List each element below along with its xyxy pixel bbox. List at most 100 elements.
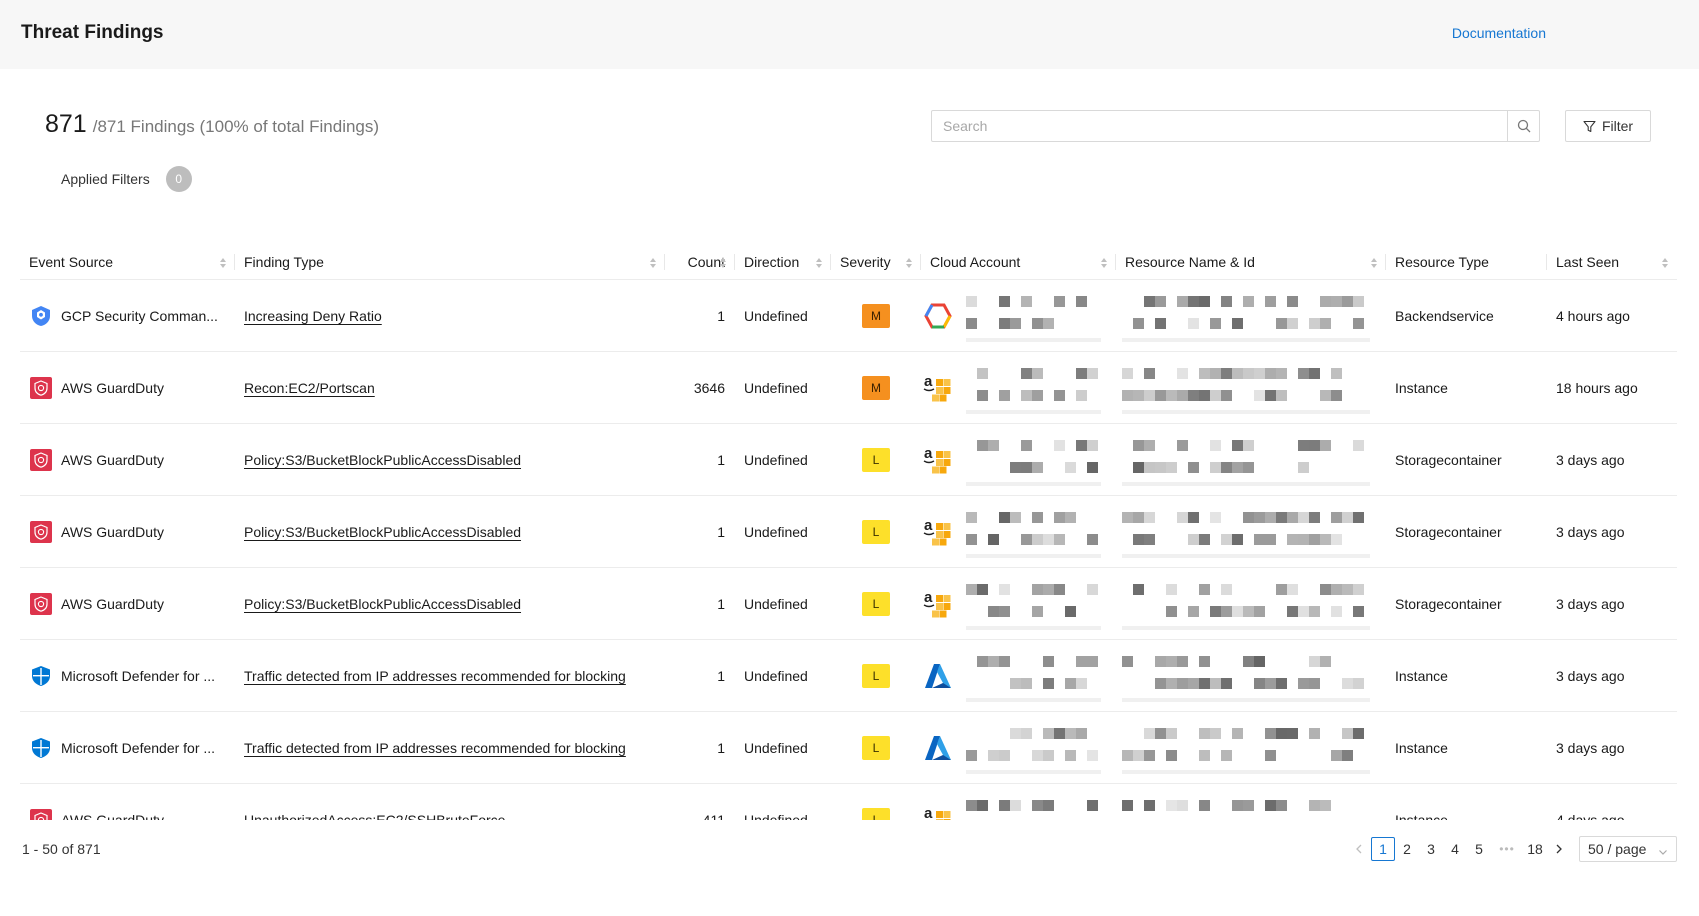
resource-type-value: Storagecontainer <box>1395 451 1502 468</box>
redacted-resource-name <box>1122 510 1370 558</box>
resource-type-cell: Storagecontainer <box>1386 424 1547 496</box>
finding-type-link[interactable]: Policy:S3/BucketBlockPublicAccessDisable… <box>244 524 521 540</box>
filter-button[interactable]: Filter <box>1565 110 1651 142</box>
column-header-label: Event Source <box>29 253 114 270</box>
finding-type-cell: Policy:S3/BucketBlockPublicAccessDisable… <box>235 424 665 496</box>
column-header-label: Resource Type <box>1395 253 1489 270</box>
event-source-name: GCP Security Comman... <box>61 307 218 324</box>
aws-logo-icon: a <box>922 516 954 548</box>
event-source-cell: AWS GuardDuty <box>20 784 235 821</box>
cloud-account-cell <box>921 640 1116 712</box>
count-cell: 1 <box>665 496 735 568</box>
resource-type-value: Storagecontainer <box>1395 595 1502 612</box>
finding-type-cell: UnauthorizedAccess:EC2/SSHBruteForce <box>235 784 665 821</box>
table-row[interactable]: AWS GuardDuty UnauthorizedAccess:EC2/SSHB… <box>20 784 1677 820</box>
finding-type-link[interactable]: Recon:EC2/Portscan <box>244 380 375 396</box>
resource-type-cell: Instance <box>1386 352 1547 424</box>
resource-type-value: Backendservice <box>1395 307 1494 324</box>
resource-name-cell <box>1116 280 1386 352</box>
page-1-button[interactable]: 1 <box>1371 837 1395 861</box>
page-5-button[interactable]: 5 <box>1467 837 1491 861</box>
finding-count: 1 <box>717 523 725 540</box>
redacted-account-id <box>966 582 1101 630</box>
sort-icon[interactable] <box>1370 256 1378 268</box>
page-jump-ellipsis[interactable]: ••• <box>1491 842 1523 856</box>
cloud-account-cell: a <box>921 784 1116 820</box>
table-row[interactable]: AWS GuardDuty Policy:S3/BucketBlockPublic… <box>20 496 1677 568</box>
table-row[interactable]: Microsoft Defender for ... Traffic detect… <box>20 640 1677 712</box>
resource-type-cell: Instance <box>1386 784 1547 821</box>
severity-badge: L <box>862 735 890 760</box>
column-header-event-source[interactable]: Event Source <box>20 244 235 280</box>
search-icon <box>1517 119 1530 133</box>
finding-type-link[interactable]: Increasing Deny Ratio <box>244 308 382 324</box>
next-page-button[interactable] <box>1547 837 1571 861</box>
column-header-resource-type[interactable]: Resource Type <box>1386 244 1547 280</box>
last-seen-value: 3 days ago <box>1556 739 1625 756</box>
last-seen-value: 3 days ago <box>1556 667 1625 684</box>
severity-cell: L <box>831 496 921 568</box>
table-row[interactable]: GCP Security Comman... Increasing Deny Ra… <box>20 280 1677 352</box>
severity-badge: L <box>862 663 890 688</box>
resource-type-cell: Instance <box>1386 712 1547 784</box>
column-header-last-seen[interactable]: Last Seen <box>1547 244 1677 280</box>
page-last-button[interactable]: 18 <box>1523 837 1547 861</box>
direction-value: Undefined <box>744 379 808 396</box>
direction-value: Undefined <box>744 307 808 324</box>
sort-icon[interactable] <box>905 256 913 268</box>
event-source-cell: AWS GuardDuty <box>20 352 235 424</box>
redacted-resource-name <box>1122 366 1370 414</box>
column-header-finding-type[interactable]: Finding Type <box>235 244 665 280</box>
event-source-name: AWS GuardDuty <box>61 523 164 540</box>
page-3-button[interactable]: 3 <box>1419 837 1443 861</box>
applied-filters[interactable]: Applied Filters 0 <box>61 166 192 192</box>
cloud-account-cell <box>921 712 1116 784</box>
sort-icon[interactable] <box>649 256 657 268</box>
redacted-account-id <box>966 438 1101 486</box>
column-header-cloud-account[interactable]: Cloud Account <box>921 244 1116 280</box>
finding-type-link[interactable]: Policy:S3/BucketBlockPublicAccessDisable… <box>244 596 521 612</box>
resource-type-cell: Instance <box>1386 640 1547 712</box>
resource-name-cell <box>1116 496 1386 568</box>
severity-cell: M <box>831 280 921 352</box>
page-2-button[interactable]: 2 <box>1395 837 1419 861</box>
direction-value: Undefined <box>744 451 808 468</box>
column-header-resource-name-id[interactable]: Resource Name & Id <box>1116 244 1386 280</box>
column-header-direction[interactable]: Direction <box>735 244 831 280</box>
finding-type-link[interactable]: UnauthorizedAccess:EC2/SSHBruteForce <box>244 812 505 821</box>
aws-guardduty-icon <box>29 808 53 820</box>
page-4-button[interactable]: 4 <box>1443 837 1467 861</box>
finding-type-link[interactable]: Traffic detected from IP addresses recom… <box>244 740 626 756</box>
column-header-severity[interactable]: Severity <box>831 244 921 280</box>
sort-icon[interactable] <box>815 256 823 268</box>
previous-page-button[interactable] <box>1347 837 1371 861</box>
sort-icon[interactable] <box>719 256 727 268</box>
event-source-cell: AWS GuardDuty <box>20 424 235 496</box>
count-cell: 411 <box>665 784 735 821</box>
direction-value: Undefined <box>744 739 808 756</box>
redacted-resource-name <box>1122 654 1370 702</box>
sort-icon[interactable] <box>1100 256 1108 268</box>
table-row[interactable]: AWS GuardDuty Policy:S3/BucketBlockPublic… <box>20 568 1677 640</box>
table-row[interactable]: AWS GuardDuty Policy:S3/BucketBlockPublic… <box>20 424 1677 496</box>
aws-logo-icon: a <box>922 804 954 820</box>
search-button[interactable] <box>1507 111 1539 141</box>
resource-type-value: Instance <box>1395 811 1448 821</box>
column-header-count[interactable]: Count <box>665 244 735 280</box>
sort-icon[interactable] <box>1661 256 1669 268</box>
finding-type-link[interactable]: Traffic detected from IP addresses recom… <box>244 668 626 684</box>
sort-icon[interactable] <box>219 256 227 268</box>
redacted-account-id <box>966 654 1101 702</box>
page-size-select[interactable]: 50 / page <box>1579 836 1677 862</box>
direction-value: Undefined <box>744 811 808 821</box>
gcp-logo-icon <box>922 300 954 332</box>
table-row[interactable]: Microsoft Defender for ... Traffic detect… <box>20 712 1677 784</box>
finding-type-link[interactable]: Policy:S3/BucketBlockPublicAccessDisable… <box>244 452 521 468</box>
documentation-link[interactable]: Documentation <box>1452 25 1546 41</box>
last-seen-value: 3 days ago <box>1556 595 1625 612</box>
event-source-cell: AWS GuardDuty <box>20 496 235 568</box>
table-footer: 1 - 50 of 871 1 2 3 4 5 ••• 18 50 / page <box>20 836 1677 864</box>
search-input[interactable] <box>932 111 1507 141</box>
event-source-name: AWS GuardDuty <box>61 811 164 821</box>
table-row[interactable]: AWS GuardDuty Recon:EC2/Portscan 3646 Undef… <box>20 352 1677 424</box>
